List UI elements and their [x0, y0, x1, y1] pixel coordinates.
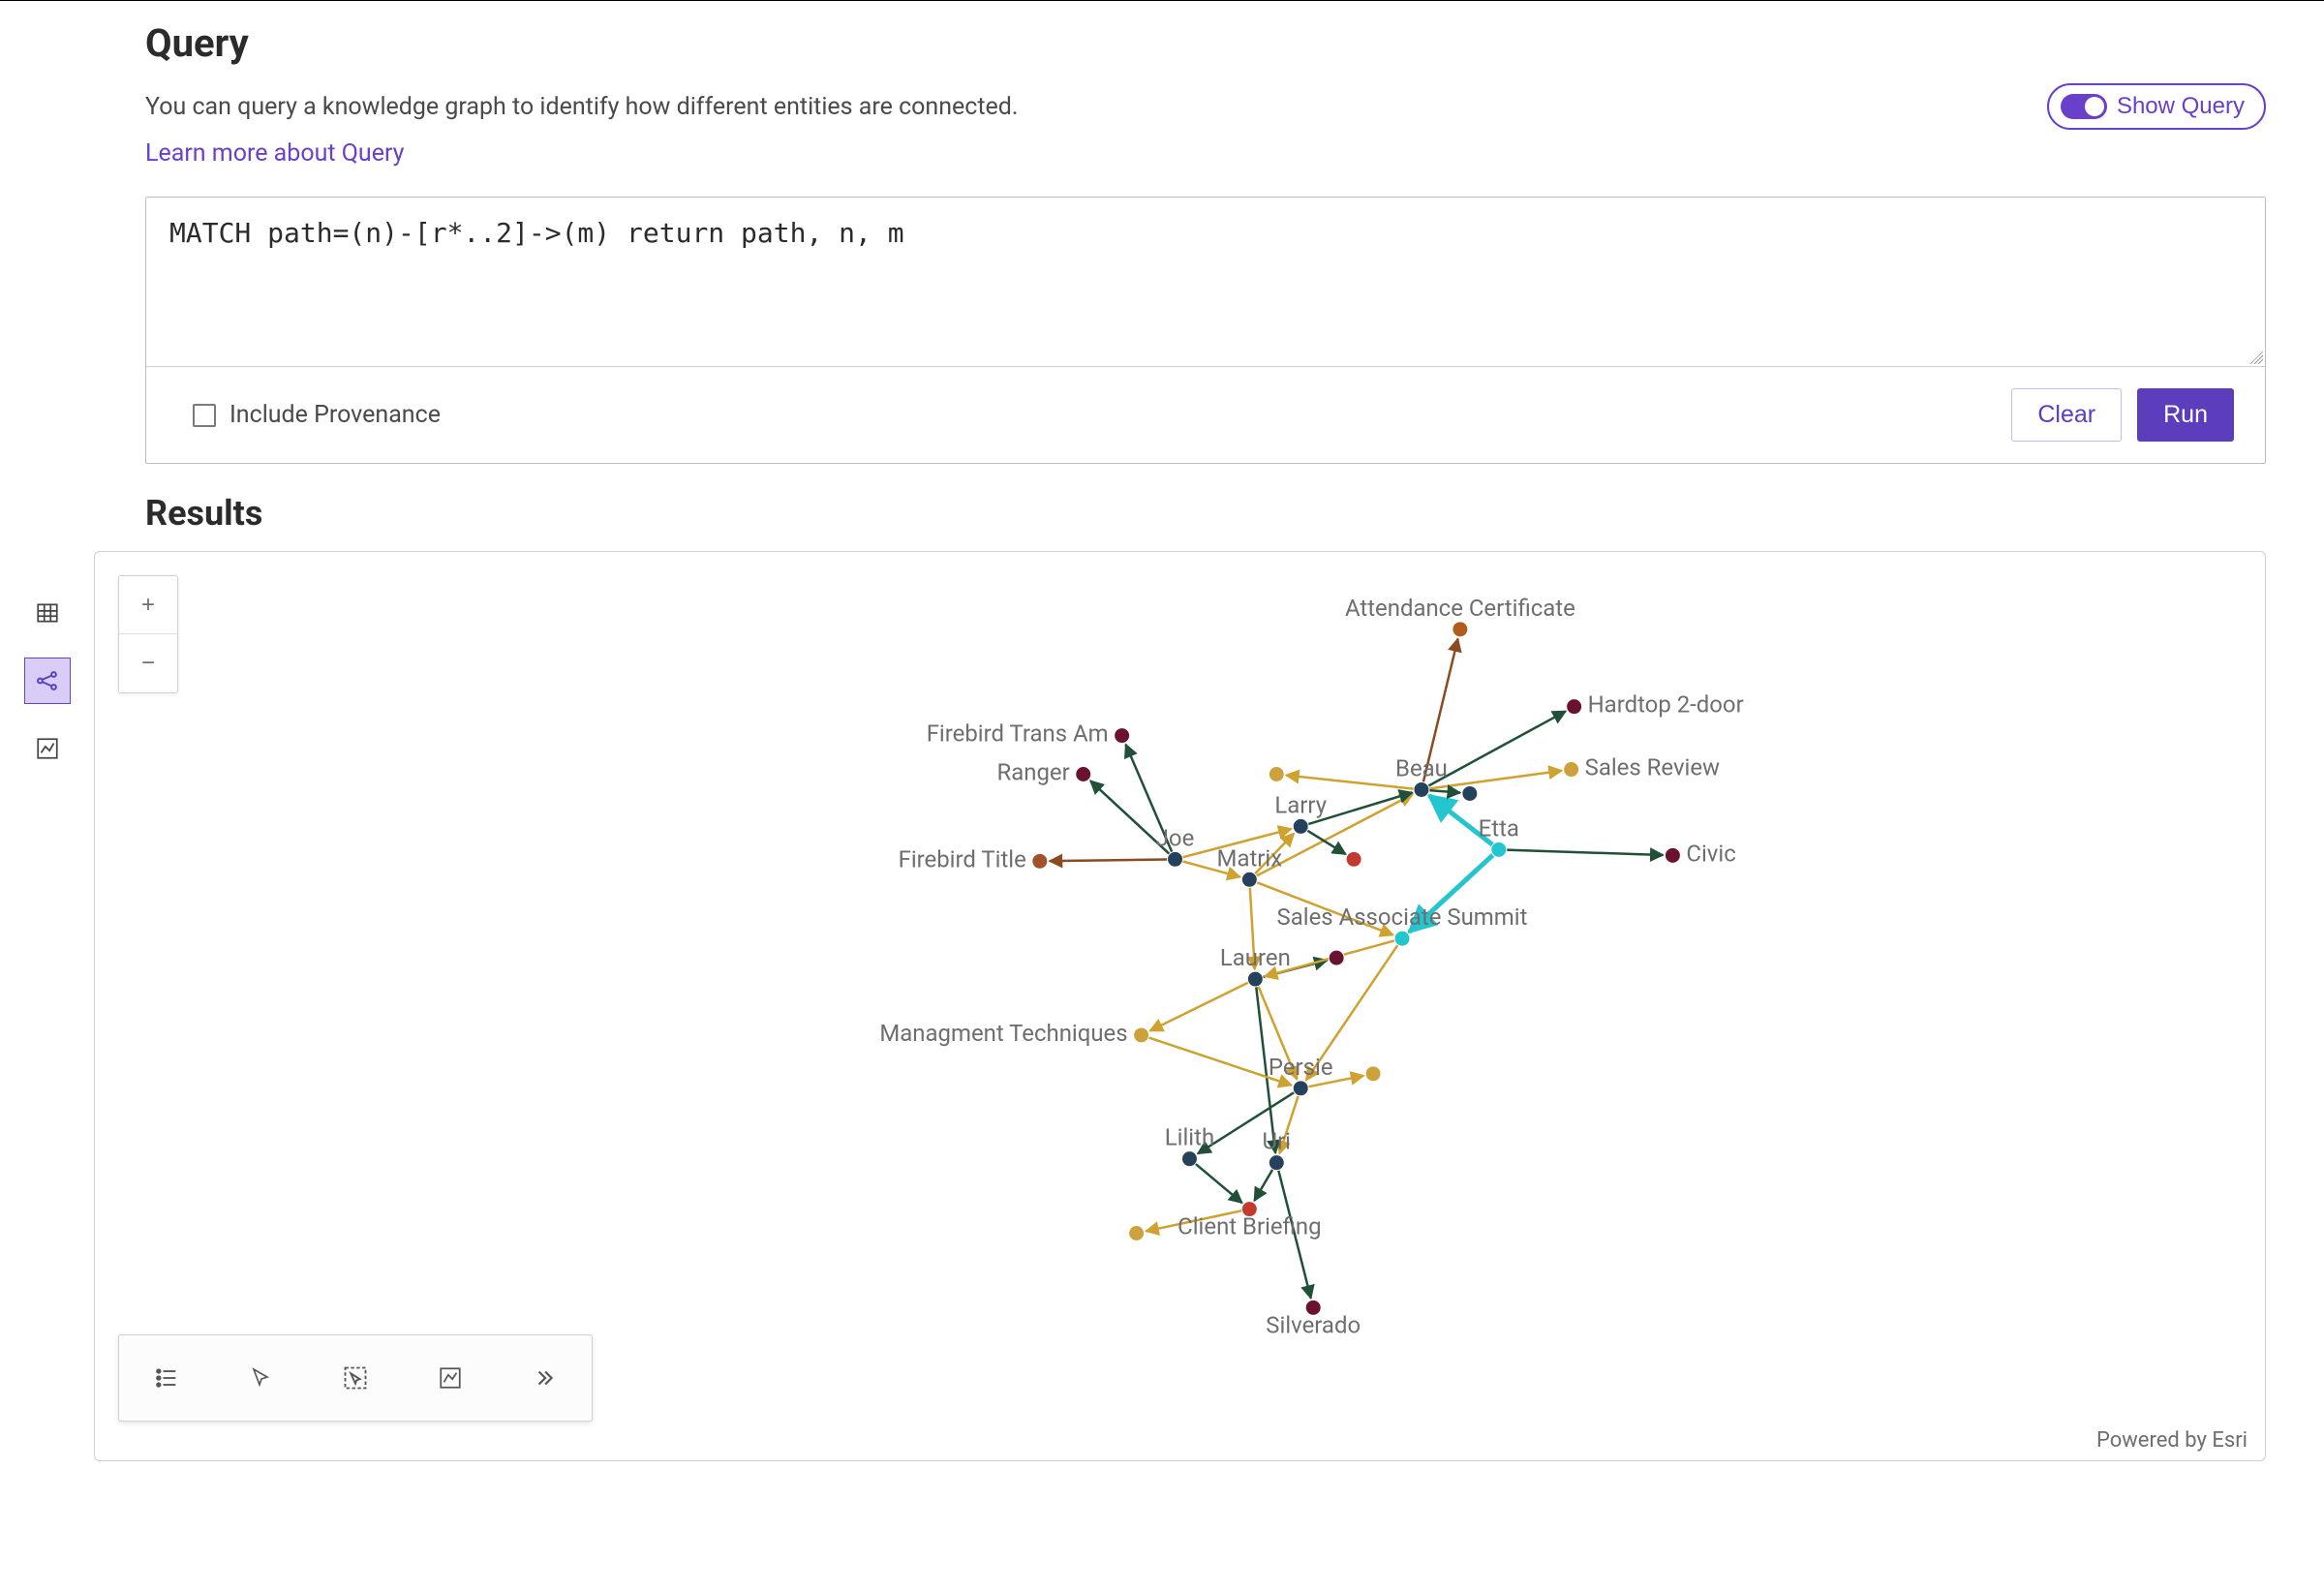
rectangle-select-button[interactable] — [332, 1355, 379, 1401]
knowledge-graph-canvas[interactable]: Attendance Certificate Hardtop 2-door Fire… — [95, 552, 2265, 1460]
graph-node-label: Civic — [1686, 840, 1735, 867]
graph-node[interactable] — [1115, 728, 1130, 744]
graph-node[interactable] — [1462, 785, 1478, 801]
graph-edge[interactable] — [1499, 849, 1664, 855]
view-switcher — [24, 590, 71, 1461]
pointer-tool-button[interactable] — [237, 1355, 284, 1401]
graph-icon — [35, 668, 60, 693]
graph-edge[interactable] — [1150, 979, 1256, 1030]
graph-node-label: Silverado — [1266, 1311, 1361, 1338]
graph-view-button[interactable] — [24, 658, 71, 704]
graph-node[interactable] — [1241, 872, 1257, 887]
graph-node[interactable] — [1269, 767, 1284, 782]
learn-more-link[interactable]: Learn more about Query — [145, 139, 405, 168]
attribution: Powered by Esri — [2096, 1428, 2248, 1453]
show-query-label: Show Query — [2117, 93, 2245, 120]
query-title: Query — [145, 20, 2266, 66]
graph-node-label: Sales Associate Summit — [1277, 903, 1528, 931]
toggle-track — [2061, 94, 2107, 119]
chevron-right-double-icon — [532, 1365, 557, 1391]
graph-node[interactable] — [1491, 842, 1507, 857]
graph-node[interactable] — [1452, 622, 1468, 637]
graph-node[interactable] — [1181, 1151, 1197, 1167]
table-icon — [35, 600, 60, 626]
graph-node[interactable] — [1129, 1226, 1145, 1241]
graph-node-label: Persie — [1269, 1054, 1333, 1081]
clear-button[interactable]: Clear — [2011, 388, 2122, 442]
graph-node-label: Matrix — [1217, 844, 1283, 872]
table-view-button[interactable] — [24, 590, 71, 636]
map-view-button[interactable] — [24, 725, 71, 772]
list-icon — [153, 1364, 180, 1392]
zoom-controls: + − — [118, 575, 178, 693]
marquee-icon — [342, 1364, 369, 1392]
graph-node-label: Uri — [1263, 1128, 1291, 1155]
graph-node-label: Lauren — [1220, 944, 1291, 971]
cursor-icon — [249, 1366, 272, 1390]
graph-edge[interactable] — [1189, 1159, 1241, 1203]
graph-node[interactable] — [1032, 853, 1048, 869]
graph-node-label: Hardtop 2-door — [1588, 691, 1744, 719]
graph-node-label: Attendance Certificate — [1345, 595, 1575, 622]
graph-node-label: Lilith — [1165, 1124, 1214, 1151]
graph-node-label: Etta — [1479, 814, 1519, 842]
resize-grip[interactable] — [2249, 351, 2263, 364]
graph-node[interactable] — [1564, 762, 1579, 778]
query-description: You can query a knowledge graph to ident… — [145, 93, 1019, 121]
results-title: Results — [145, 493, 2266, 534]
zoom-in-button[interactable]: + — [119, 576, 177, 634]
graph-node-label: Sales Review — [1585, 754, 1720, 781]
graph-node[interactable] — [1134, 1027, 1149, 1043]
query-box: Include Provenance Clear Run — [145, 197, 2266, 464]
graph-node-label: Beau — [1395, 755, 1448, 782]
graph-edge[interactable] — [1050, 859, 1176, 861]
checkbox-icon — [193, 404, 216, 427]
run-button[interactable]: Run — [2137, 388, 2234, 442]
more-tools-button[interactable] — [521, 1355, 567, 1401]
fit-extent-button[interactable] — [427, 1355, 474, 1401]
include-provenance-checkbox[interactable]: Include Provenance — [193, 401, 441, 429]
graph-node[interactable] — [1414, 781, 1429, 797]
graph-bottom-toolbar — [118, 1334, 593, 1422]
graph-node[interactable] — [1665, 847, 1680, 863]
zoom-out-button[interactable]: − — [119, 634, 177, 692]
graph-node[interactable] — [1269, 1155, 1284, 1171]
graph-node[interactable] — [1293, 1081, 1308, 1096]
graph-node-label: Larry — [1274, 791, 1327, 818]
graph-node-label: Managment Techniques — [879, 1020, 1127, 1047]
graph-node[interactable] — [1247, 971, 1263, 987]
graph-node-label: Firebird Trans Am — [927, 720, 1109, 748]
results-panel: + − Attendance Certificate Hardtop 2-door… — [94, 551, 2266, 1461]
graph-node[interactable] — [1365, 1066, 1381, 1082]
graph-node-label: Firebird Title — [899, 845, 1026, 873]
graph-node[interactable] — [1346, 851, 1361, 867]
graph-node-label: Client Briefing — [1177, 1212, 1321, 1240]
graph-node[interactable] — [1567, 699, 1582, 715]
map-chart-icon — [35, 736, 60, 761]
query-editor[interactable] — [146, 198, 2265, 362]
include-provenance-label: Include Provenance — [229, 401, 441, 429]
graph-node-label: Joe — [1156, 824, 1195, 851]
legend-button[interactable] — [143, 1355, 190, 1401]
graph-node[interactable] — [1329, 950, 1344, 965]
graph-node[interactable] — [1293, 818, 1308, 834]
graph-node[interactable] — [1168, 851, 1183, 867]
fit-chart-icon — [438, 1365, 463, 1391]
show-query-toggle[interactable]: Show Query — [2047, 83, 2266, 130]
graph-node[interactable] — [1076, 767, 1091, 782]
graph-node[interactable] — [1394, 931, 1410, 946]
graph-node-label: Ranger — [996, 758, 1069, 785]
